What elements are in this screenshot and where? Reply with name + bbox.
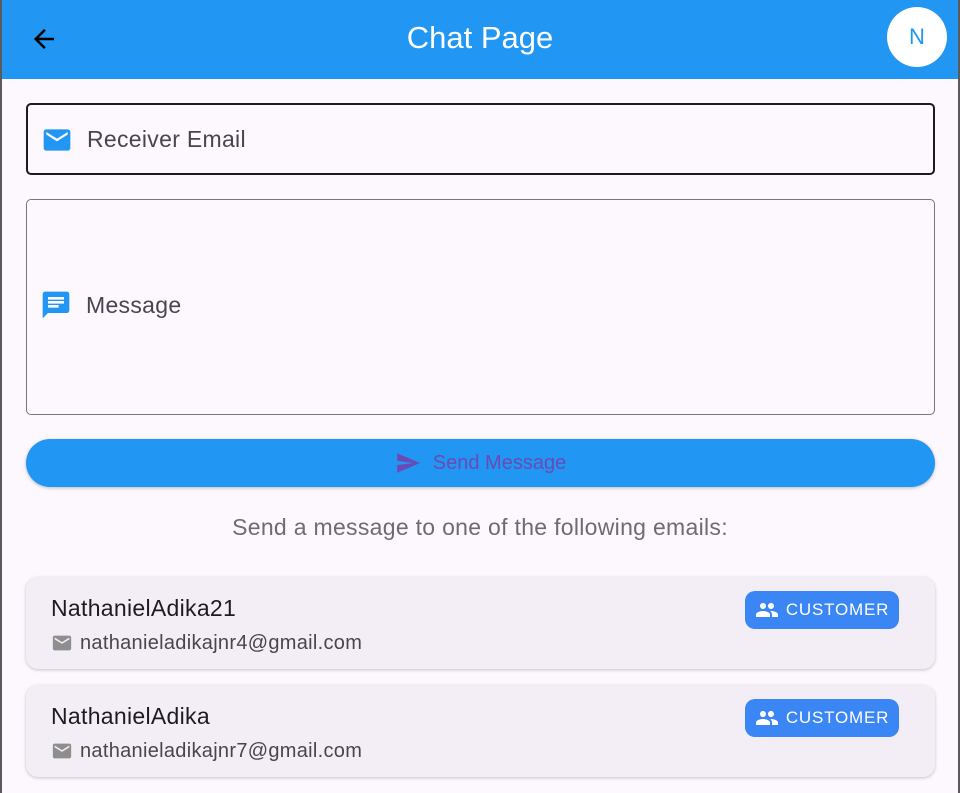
receiver-email-field[interactable]: Receiver Email: [26, 103, 935, 175]
role-badge[interactable]: CUSTOMER: [745, 699, 899, 737]
app-bar: Chat Page N: [0, 0, 960, 79]
message-field[interactable]: Message: [26, 199, 935, 415]
role-label: CUSTOMER: [785, 708, 890, 727]
send-message-button[interactable]: Send Message: [26, 439, 935, 487]
contact-card[interactable]: NathanielAdika21 nathanieladikajnr4@gmai…: [26, 577, 935, 669]
email-icon: [52, 743, 72, 759]
contact-name: NathanielAdika: [51, 703, 210, 729]
helper-text: Send a message to one of the following e…: [232, 514, 728, 540]
contact-email: nathanieladikajnr4@gmail.com: [80, 632, 363, 654]
send-icon: [396, 453, 420, 473]
message-icon: [42, 291, 70, 319]
avatar[interactable]: N: [887, 7, 947, 67]
contact-name: NathanielAdika21: [51, 595, 237, 621]
role-label: CUSTOMER: [785, 600, 890, 619]
people-icon: [755, 603, 778, 617]
send-message-label: Send Message: [432, 451, 567, 474]
message-label: Message: [86, 292, 182, 318]
people-icon: [755, 711, 778, 725]
contact-email: nathanieladikajnr7@gmail.com: [80, 740, 363, 762]
receiver-email-label: Receiver Email: [87, 126, 246, 152]
email-icon: [52, 635, 72, 651]
contact-card[interactable]: NathanielAdika nathanieladikajnr7@gmail.…: [26, 685, 935, 777]
email-icon: [43, 129, 71, 151]
role-badge[interactable]: CUSTOMER: [745, 591, 899, 629]
page-title: Chat Page: [406, 20, 554, 55]
